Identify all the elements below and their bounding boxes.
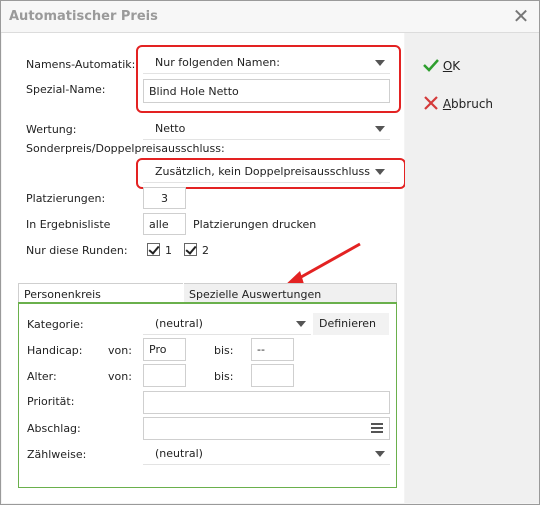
ergebnisliste-input[interactable]: alle [143,213,186,235]
definieren-label: Definieren [319,317,376,330]
handicap-label: Handicap: [27,344,83,357]
window-title: Automatischer Preis [9,9,158,24]
handicap-bis-label: bis: [214,344,234,357]
alter-label: Alter: [27,370,57,383]
title-bar: Automatischer Preis ✕ [1,1,539,33]
spezial-name-label: Spezial-Name: [26,83,106,96]
wertung-value: Netto [155,122,186,135]
menu-icon[interactable] [371,422,383,434]
chevron-down-icon [296,321,306,327]
highlight-frame-sonderpreis [136,158,406,189]
kategorie-value: (neutral) [155,317,203,330]
handicap-von-value: Pro [149,343,167,356]
ergebnisliste-label: In Ergebnisliste [26,218,111,231]
kategorie-select[interactable]: (neutral) [143,313,311,335]
tab-bar: Personenkreis Spezielle Auswertungen [18,283,397,303]
platzierungen-value: 3 [161,192,168,205]
ok-label-underlined: O [442,59,453,73]
sonderpreis-label: Sonderpreis/Doppelpreisausschluss: [26,142,225,155]
alter-bis-input[interactable] [251,364,294,387]
close-icon[interactable]: ✕ [511,6,531,26]
platzierungen-label: Platzierungen: [26,192,106,205]
tab-panel: Kategorie: (neutral) Definieren Handicap… [18,302,397,488]
ok-button[interactable]: OK [423,58,460,73]
ok-label: K [452,59,461,73]
highlight-frame-name [136,45,401,113]
chevron-down-icon [375,126,385,132]
runden-label: Nur diese Runden: [26,244,128,257]
runde-1-label: 1 [165,244,172,257]
kategorie-label: Kategorie: [27,318,84,331]
zaehlweise-label: Zählweise: [27,448,87,461]
abbruch-label-underlined: A [442,97,452,111]
abbruch-button[interactable]: Abbruch [423,96,493,111]
ergebnisliste-value: alle [149,218,169,231]
runde-2-label: 2 [202,244,209,257]
action-panel: OK Abbruch [405,33,539,503]
handicap-von-label: von: [108,344,132,357]
handicap-bis-value: -- [257,343,265,356]
prioritaet-input[interactable] [143,391,390,414]
ergebnisliste-suffix: Platzierungen drucken [193,218,317,231]
zaehlweise-value: (neutral) [155,447,203,460]
handicap-bis-input[interactable]: -- [251,338,294,361]
dialog-window: Automatischer Preis ✕ Namens-Automatik: … [0,0,540,505]
wertung-select[interactable]: Netto [143,118,390,140]
tab-spezielle-auswertungen[interactable]: Spezielle Auswertungen [184,283,397,303]
namens-automatik-label: Namens-Automatik: [26,58,136,71]
tab-spezielle-auswertungen-label: Spezielle Auswertungen [189,288,322,301]
abschlag-input[interactable] [143,417,390,440]
close-icon [424,96,438,110]
tab-personenkreis[interactable]: Personenkreis [18,283,183,303]
definieren-button[interactable]: Definieren [313,313,389,335]
alter-von-label: von: [108,370,132,383]
tab-personenkreis-label: Personenkreis [24,288,101,301]
check-icon [423,59,439,72]
chevron-down-icon [375,451,385,457]
abschlag-label: Abschlag: [27,422,81,435]
wertung-label: Wertung: [26,123,77,136]
runde-2-checkbox[interactable] [184,243,197,256]
alter-bis-label: bis: [214,370,234,383]
runde-1-checkbox[interactable] [147,243,160,256]
handicap-von-input[interactable]: Pro [143,338,186,361]
zaehlweise-select[interactable]: (neutral) [143,443,390,465]
platzierungen-input[interactable]: 3 [143,187,186,209]
prioritaet-label: Priorität: [27,395,75,408]
abbruch-label: bbruch [451,97,494,111]
alter-von-input[interactable] [143,364,186,387]
